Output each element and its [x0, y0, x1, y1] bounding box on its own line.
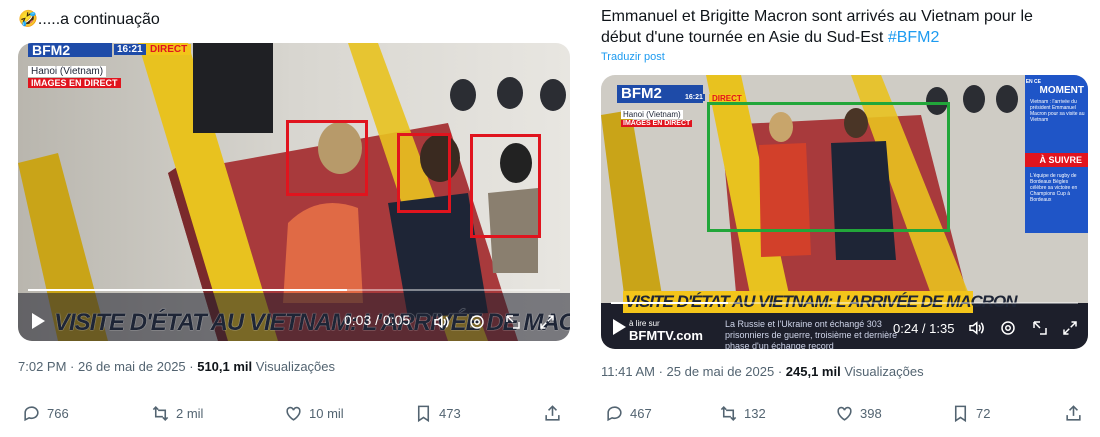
video-controls: 0:24 / 1:35 — [601, 302, 1088, 349]
volume-icon[interactable] — [967, 319, 985, 337]
highlight-box — [397, 133, 451, 213]
post-meta: 11:41 AM · 25 de mai de 2025 · 245,1 mil… — [601, 364, 924, 379]
channel-name: BFM2 — [32, 43, 71, 58]
settings-icon[interactable] — [999, 319, 1017, 337]
bookmark-icon — [954, 405, 967, 423]
bookmark-button[interactable]: 72 — [951, 404, 990, 423]
live-images-label: IMAGES EN DIRECT — [621, 120, 693, 127]
views-count: 245,1 mil — [785, 364, 841, 379]
video-controls: 0:03 / 0:05 — [18, 289, 570, 341]
sidebar-now-text: Vietnam : l'arrivée du président Emmanue… — [1030, 99, 1085, 123]
share-button[interactable] — [543, 404, 562, 423]
like-icon — [837, 406, 852, 421]
progress-fill — [611, 302, 728, 304]
post-text: Emmanuel et Brigitte Macron sont arrivés… — [601, 6, 1071, 48]
views-count: 510,1 mil — [197, 359, 253, 374]
action-bar: 467 132 398 72 — [601, 404, 1088, 426]
live-tag: DIRECT — [146, 44, 192, 55]
timestamp[interactable]: 11:41 AM · 25 de mai de 2025 · — [601, 364, 786, 379]
like-count: 398 — [860, 406, 882, 421]
fullscreen-icon[interactable] — [1061, 319, 1079, 337]
reply-count: 766 — [47, 406, 69, 421]
share-icon — [545, 405, 560, 421]
bookmark-count: 72 — [976, 406, 991, 421]
views-label: Visualizações — [840, 364, 924, 379]
reply-button[interactable]: 766 — [22, 404, 69, 423]
repost-icon — [720, 406, 737, 421]
like-button[interactable]: 398 — [835, 404, 882, 423]
highlight-box — [286, 120, 368, 196]
reply-count: 467 — [630, 406, 652, 421]
action-bar: 766 2 mil 10 mil 473 — [18, 404, 570, 426]
bookmark-count: 473 — [439, 406, 461, 421]
channel-name: BFM2 — [621, 85, 662, 102]
bookmark-icon — [417, 405, 430, 423]
like-icon — [286, 406, 301, 421]
repost-button[interactable]: 2 mil — [151, 404, 203, 423]
location-label: Hanoi (Vietnam) — [621, 110, 683, 119]
clock: 16:21 — [683, 94, 705, 101]
repost-button[interactable]: 132 — [719, 404, 766, 423]
play-icon[interactable] — [613, 319, 626, 335]
reply-icon — [24, 406, 39, 422]
highlight-box — [470, 134, 541, 238]
hashtag-link[interactable]: #BFM2 — [888, 29, 940, 46]
like-button[interactable]: 10 mil — [284, 404, 344, 423]
repost-count: 132 — [744, 406, 766, 421]
fullscreen-icon[interactable] — [538, 313, 556, 331]
sidebar-next-text: L'équipe de rugby de Bordeaux Bègles cél… — [1030, 173, 1078, 203]
progress-bar[interactable] — [611, 302, 1078, 304]
sidebar-next-title: À SUIVRE — [1039, 155, 1082, 165]
dock-icon[interactable] — [504, 313, 522, 331]
post-text-body: .....a continuação — [37, 11, 160, 28]
video-player[interactable]: BFM2 16:21 DIRECT Hanoi (Vietnam) IMAGES… — [601, 75, 1088, 349]
play-icon[interactable] — [32, 313, 45, 329]
bookmark-button[interactable]: 473 — [414, 404, 461, 423]
post-text-body: Emmanuel et Brigitte Macron sont arrivés… — [601, 8, 1033, 46]
post-text: 🤣.....a continuação — [18, 9, 160, 30]
laughing-emoji-icon: 🤣 — [18, 11, 38, 28]
volume-icon[interactable] — [432, 313, 450, 331]
timestamp[interactable]: 7:02 PM · 26 de mai de 2025 · — [18, 359, 197, 374]
dock-icon[interactable] — [1031, 319, 1049, 337]
progress-bar[interactable] — [28, 289, 560, 291]
views-label: Visualizações — [252, 359, 336, 374]
clock: 16:21 — [114, 44, 146, 55]
settings-icon[interactable] — [468, 313, 486, 331]
live-images-label: IMAGES EN DIRECT — [28, 78, 121, 88]
like-count: 10 mil — [309, 406, 344, 421]
share-button[interactable] — [1064, 404, 1083, 423]
reply-icon — [607, 406, 622, 422]
reply-button[interactable]: 467 — [605, 404, 652, 423]
sidebar-now-title: MOMENT — [1039, 85, 1084, 96]
repost-count: 2 mil — [176, 406, 204, 421]
post-meta: 7:02 PM · 26 de mai de 2025 · 510,1 mil … — [18, 359, 335, 374]
time-display: 0:24 / 1:35 — [893, 321, 955, 336]
translate-link[interactable]: Traduzir post — [601, 51, 665, 63]
repost-icon — [152, 406, 169, 421]
time-display: 0:03 / 0:05 — [344, 312, 411, 328]
highlight-box — [707, 102, 950, 232]
share-icon — [1066, 405, 1081, 421]
video-player[interactable]: BFM2 16:21 DIRECT Hanoi (Vietnam) IMAGES… — [18, 43, 570, 341]
progress-fill — [28, 289, 348, 291]
location-label: Hanoi (Vietnam) — [28, 66, 107, 77]
